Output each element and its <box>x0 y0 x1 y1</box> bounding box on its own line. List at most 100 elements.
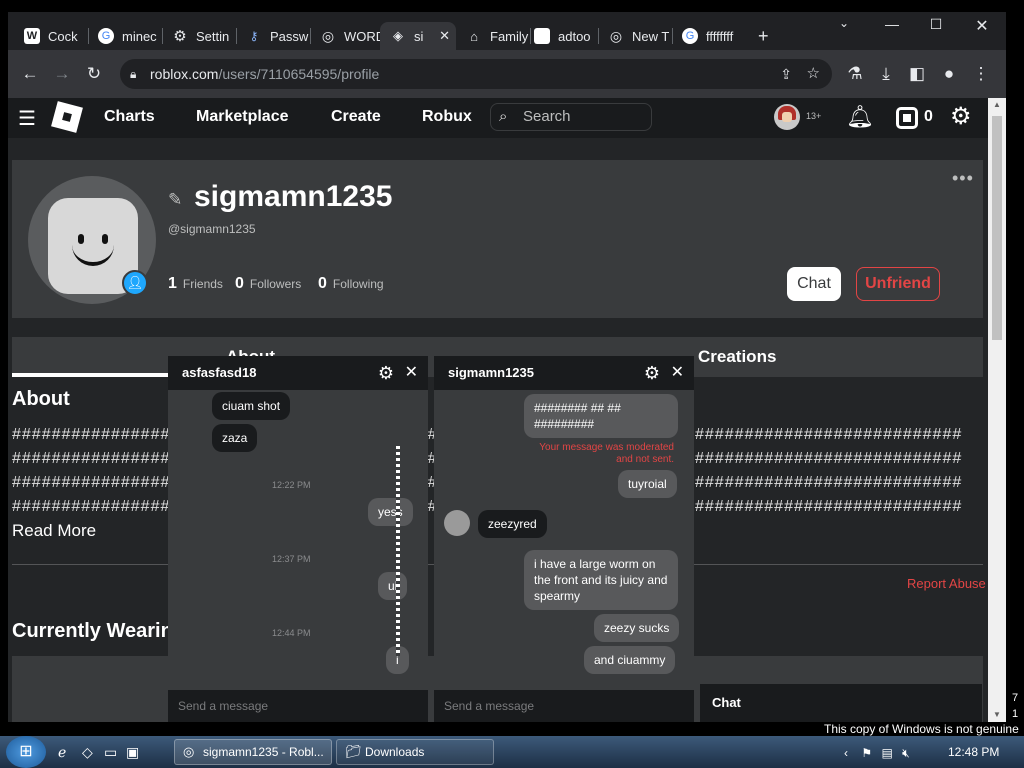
browser-tab[interactable]: ⚷ Passw <box>236 22 310 50</box>
chat-title: sigmamn1235 <box>448 365 534 380</box>
browser-tab[interactable]: ◎ WORD <box>310 22 384 50</box>
close-tab-icon[interactable]: ✕ <box>439 28 450 44</box>
back-icon[interactable]: ← <box>19 63 41 85</box>
age-badge: 13+ <box>806 111 822 121</box>
chat-message-incoming: zaza <box>212 424 258 452</box>
browser-tab[interactable]: Gffffffff <box>672 22 748 50</box>
action-center-flag-icon[interactable]: ⚑ <box>861 746 872 760</box>
read-more-link[interactable]: Read More <box>12 521 96 541</box>
chat-window-left: asfasfasd18 ⚙ ✕ ciuam shot zaza 12:22 PM… <box>168 356 428 722</box>
nav-marketplace[interactable]: Marketplace <box>196 108 289 126</box>
window-switch-icon[interactable]: ▣ <box>126 744 139 761</box>
start-button[interactable]: ⊞ <box>6 736 46 768</box>
sender-avatar <box>444 510 470 536</box>
side-text: 71 <box>1012 692 1019 720</box>
chat-settings-gear-icon[interactable]: ⚙ <box>644 356 660 390</box>
chat-window-right: sigmamn1235 ⚙ ✕ ######## ## ## #########… <box>434 356 694 722</box>
browser-tab[interactable]: Gminec <box>88 22 162 50</box>
clock[interactable]: 12:48 PM <box>948 745 999 759</box>
page-scrollbar[interactable]: ▲ ▼ <box>988 98 1006 722</box>
key-icon: ⚷ <box>249 29 259 43</box>
robux-icon[interactable] <box>896 107 918 129</box>
chat-message-input[interactable]: Send a message <box>434 690 694 722</box>
address-bar[interactable]: 🔒︎ roblox.com/users/7110654595/profile ⇪… <box>120 59 832 89</box>
search-input[interactable]: ⌕ Search <box>490 103 652 131</box>
chat-message-incoming: ciuam shot <box>212 392 291 420</box>
bank-icon: ⌂ <box>470 28 478 44</box>
chat-settings-gear-icon[interactable]: ⚙ <box>378 356 394 390</box>
browser-tab[interactable]: ⚙ Settin <box>162 22 236 50</box>
google-icon: G <box>98 28 114 44</box>
browser-tab[interactable]: ◎ New T <box>598 22 672 50</box>
volume-muted-icon[interactable]: 🔇︎ <box>902 746 910 760</box>
reload-icon[interactable]: ↻ <box>83 63 105 85</box>
glitched-text-artifact <box>396 446 400 656</box>
more-options-icon[interactable]: ••• <box>952 168 974 189</box>
tray-expand-icon[interactable]: ‹ <box>844 746 848 760</box>
following-stat[interactable]: 0 Following <box>318 275 384 293</box>
moderation-notice: Your message was moderated and not sent. <box>539 442 674 465</box>
new-tab-button[interactable]: + <box>748 22 772 50</box>
nav-charts[interactable]: Charts <box>104 108 155 126</box>
taskbar-button-downloads[interactable]: 📁︎ Downloads <box>336 739 494 765</box>
share-icon[interactable]: ⇪ <box>780 59 792 89</box>
tab-strip: W Cock Gminec ⚙ Settin ⚷ Passw ◎ WORD ◈ si ✕ ⌂… <box>8 12 1006 50</box>
labs-flask-icon[interactable]: ⚗ <box>844 63 866 85</box>
network-icon[interactable]: ▤ <box>881 746 892 760</box>
tab-creations[interactable]: Creations <box>698 347 776 367</box>
search-icon: ⌕ <box>499 108 508 125</box>
chat-message-outgoing: tuyroial <box>618 470 677 498</box>
internet-explorer-icon[interactable]: ℯ <box>58 744 66 761</box>
chat-dock-bar[interactable]: Chat <box>700 684 982 722</box>
bookmark-star-icon[interactable]: ☆ <box>807 59 820 89</box>
system-tray: ‹ ⚑ ▤ 🔇︎ <box>844 746 910 761</box>
chat-close-icon[interactable]: ✕ <box>405 356 418 390</box>
edit-icon[interactable]: ✎ <box>168 190 182 210</box>
chrome-icon: ◎ <box>183 744 195 759</box>
browser-window: W Cock Gminec ⚙ Settin ⚷ Passw ◎ WORD ◈ si ✕ ⌂… <box>8 12 1006 722</box>
browser-tab-active[interactable]: ◈ si ✕ <box>380 22 456 50</box>
globe-icon: ◎ <box>321 27 335 44</box>
tab-search-icon[interactable]: ⌄ <box>824 16 864 30</box>
close-window-button[interactable]: ✕ <box>962 16 1002 36</box>
report-abuse-link[interactable]: Report Abuse <box>907 576 986 591</box>
windows-genuine-notice: This copy of Windows is not genuine <box>824 722 1019 736</box>
download-icon[interactable]: ⤓ <box>875 63 897 85</box>
browser-tab[interactable]: ⌂ Family <box>456 22 530 50</box>
maximize-button[interactable]: ☐ <box>916 16 956 33</box>
avatar-thumbnail[interactable] <box>774 104 800 130</box>
scroll-down-icon[interactable]: ▼ <box>988 708 1006 722</box>
nav-create[interactable]: Create <box>331 108 381 126</box>
scroll-up-icon[interactable]: ▲ <box>988 98 1006 112</box>
nav-robux[interactable]: Robux <box>422 108 472 126</box>
scrollbar-thumb[interactable] <box>992 116 1002 340</box>
taskbar-button-chrome[interactable]: ◎ sigmamn1235 - Robl... <box>174 739 332 765</box>
followers-stat[interactable]: 0 Followers <box>235 275 301 293</box>
menu-dots-icon[interactable]: ⋮ <box>970 63 992 85</box>
forward-icon[interactable]: → <box>51 63 73 85</box>
desktop-icon[interactable]: ▭ <box>104 744 117 761</box>
chat-close-icon[interactable]: ✕ <box>671 356 684 390</box>
chat-message-outgoing: i have a large worm on the front and its… <box>524 550 678 610</box>
chat-timestamp: 12:22 PM <box>272 480 311 490</box>
active-tab-indicator <box>12 373 172 377</box>
browser-tab[interactable]: adtoo <box>524 22 598 50</box>
browser-tab[interactable]: W Cock <box>14 22 88 50</box>
online-status-icon: 👤︎ <box>122 270 148 296</box>
roblox-logo-icon[interactable] <box>51 101 83 133</box>
minimize-button[interactable]: — <box>872 16 912 32</box>
notification-bell-icon[interactable]: 🔔︎ <box>846 104 874 130</box>
robux-count: 0 <box>924 108 933 125</box>
friends-stat[interactable]: 1 Friends <box>168 275 223 293</box>
hamburger-icon[interactable]: ☰ <box>18 106 36 131</box>
profile-icon[interactable]: ● <box>938 63 960 85</box>
settings-gear-icon[interactable]: ⚙ <box>950 102 972 131</box>
chrome-icon: ◎ <box>609 27 623 44</box>
chat-message-input[interactable]: Send a message <box>168 690 428 722</box>
unfriend-button[interactable]: Unfriend <box>856 267 940 301</box>
url-path: /users/7110654595/profile <box>218 66 380 82</box>
chat-button[interactable]: Chat <box>787 267 841 301</box>
side-panel-icon[interactable]: ◧ <box>906 63 928 85</box>
cube-icon[interactable]: ◇ <box>82 744 93 761</box>
chat-timestamp: 12:44 PM <box>272 628 311 638</box>
